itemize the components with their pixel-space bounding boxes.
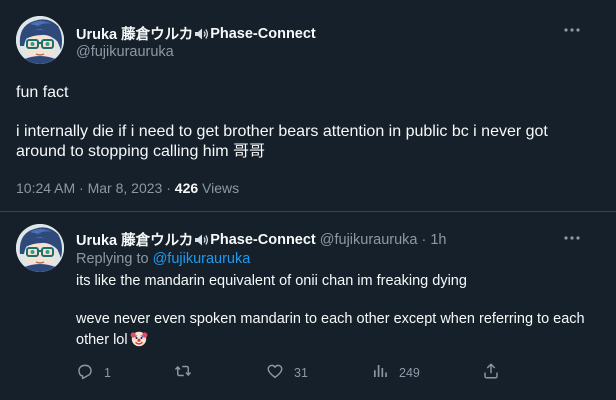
clown-emoji: [130, 329, 148, 347]
tweet-text: fun fact i internally die if i need to g…: [16, 84, 548, 160]
reply-icon: [76, 362, 94, 383]
more-icon[interactable]: [562, 228, 582, 248]
author-name[interactable]: Uruka 藤倉ウルカ Phase-Connect @fujikurauruka…: [76, 229, 446, 250]
views-count[interactable]: 426: [175, 180, 198, 196]
author-name[interactable]: Uruka 藤倉ウルカ Phase-Connect: [76, 23, 316, 44]
display-name[interactable]: Uruka 藤倉ウルカ: [76, 23, 193, 44]
author-handle[interactable]: @fujikurauruka: [320, 232, 418, 248]
views-label[interactable]: Views: [198, 180, 239, 196]
like-count: 31: [294, 365, 308, 380]
share-icon: [482, 362, 500, 383]
replying-mention-link[interactable]: @fujikurauruka: [153, 251, 251, 267]
display-name-suffix[interactable]: Phase-Connect: [210, 232, 316, 248]
reply-text: its like the mandarin equivalent of onii…: [76, 272, 600, 350]
meta-separator: ·: [421, 231, 427, 248]
heart-icon: [266, 362, 284, 383]
like-button[interactable]: 31: [266, 362, 308, 383]
views-button[interactable]: 249: [371, 362, 420, 383]
share-button[interactable]: [482, 362, 500, 383]
display-name-suffix[interactable]: Phase-Connect: [210, 26, 316, 42]
more-icon[interactable]: [562, 20, 582, 40]
meta-separator: ·: [75, 180, 88, 196]
action-bar: 1 31 249: [76, 362, 506, 384]
retweet-icon: [174, 362, 192, 383]
tweet-metadata: 10:24 AM · Mar 8, 2023 · 426 Views: [16, 180, 239, 196]
views-icon: [371, 362, 389, 383]
views-count: 249: [399, 365, 420, 380]
main-tweet[interactable]: Uruka 藤倉ウルカ Phase-Connect @fujikurauruka…: [0, 0, 616, 211]
replying-label: Replying to: [76, 251, 153, 267]
author-handle[interactable]: @fujikurauruka: [76, 44, 174, 60]
tweet-time[interactable]: 10:24 AM: [16, 180, 75, 196]
tweet-date[interactable]: Mar 8, 2023: [88, 180, 163, 196]
tweet-thread: Uruka 藤倉ウルカ Phase-Connect @fujikurauruka…: [0, 0, 616, 400]
display-name[interactable]: Uruka 藤倉ウルカ: [76, 229, 193, 250]
divider: [0, 211, 616, 212]
retweet-button[interactable]: [174, 362, 202, 383]
avatar[interactable]: [16, 224, 64, 272]
tweet-time-ago[interactable]: 1h: [430, 232, 446, 248]
reply-text-body: its like the mandarin equivalent of onii…: [76, 273, 585, 348]
replying-to: Replying to @fujikurauruka: [76, 251, 250, 267]
speaker-icon: [194, 233, 209, 247]
reply-button[interactable]: 1: [76, 362, 111, 383]
meta-separator: ·: [162, 180, 175, 196]
speaker-icon: [194, 27, 209, 41]
reply-count: 1: [104, 365, 111, 380]
avatar[interactable]: [16, 16, 64, 64]
